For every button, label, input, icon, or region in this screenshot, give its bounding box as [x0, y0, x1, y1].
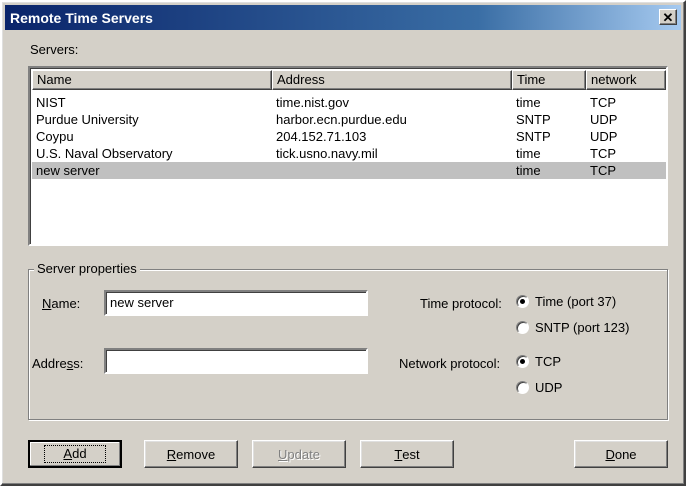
radio-sntp-port-123[interactable]: SNTP (port 123)	[516, 320, 629, 335]
cell-name: NIST	[36, 95, 66, 110]
cell-network: TCP	[590, 95, 616, 110]
radio-button-selected[interactable]	[516, 295, 529, 308]
servers-label: Servers:	[30, 42, 79, 57]
cell-network: TCP	[590, 163, 616, 178]
title-bar[interactable]: Remote Time Servers ✕	[5, 5, 681, 30]
column-header-name[interactable]: Name	[32, 70, 272, 90]
remove-button[interactable]: Remove	[144, 440, 238, 468]
servers-list[interactable]: Name Address Time network NIST time.nist…	[28, 66, 668, 246]
column-header-address[interactable]: Address	[272, 70, 512, 90]
radio-label: Time (port 37)	[535, 294, 617, 309]
column-header-time[interactable]: Time	[512, 70, 586, 90]
radio-time-port-37[interactable]: Time (port 37)	[516, 294, 616, 309]
cell-name: Coypu	[36, 129, 74, 144]
time-protocol-label: Time protocol:	[420, 296, 502, 311]
table-row[interactable]: Purdue University harbor.ecn.purdue.edu …	[32, 111, 666, 128]
radio-label: TCP	[535, 354, 561, 369]
cell-address: harbor.ecn.purdue.edu	[276, 112, 407, 127]
cell-time: time	[516, 146, 541, 161]
update-button[interactable]: Update	[252, 440, 346, 468]
address-field[interactable]	[104, 348, 368, 374]
radio-button[interactable]	[516, 321, 529, 334]
network-protocol-label: Network protocol:	[399, 356, 501, 371]
server-properties-label: Server properties	[34, 261, 140, 276]
cell-address: tick.usno.navy.mil	[276, 146, 378, 161]
cell-time: SNTP	[516, 112, 551, 127]
cell-name: Purdue University	[36, 112, 139, 127]
cell-time: time	[516, 95, 541, 110]
cell-time: SNTP	[516, 129, 551, 144]
done-button[interactable]: Done	[574, 440, 668, 468]
list-header: Name Address Time network	[32, 70, 666, 90]
cell-address: time.nist.gov	[276, 95, 349, 110]
cell-time: time	[516, 163, 541, 178]
cell-network: TCP	[590, 146, 616, 161]
table-row[interactable]: U.S. Naval Observatory tick.usno.navy.mi…	[32, 145, 666, 162]
name-label: Name:	[42, 296, 81, 311]
cell-address: 204.152.71.103	[276, 129, 367, 144]
radio-udp[interactable]: UDP	[516, 380, 562, 395]
close-icon: ✕	[662, 9, 674, 25]
radio-button-selected[interactable]	[516, 355, 529, 368]
address-label: Address:	[32, 356, 84, 371]
cell-address	[272, 162, 512, 179]
name-field[interactable]: new server	[104, 290, 368, 316]
close-button[interactable]: ✕	[659, 9, 677, 25]
radio-label: UDP	[535, 380, 563, 395]
column-header-network[interactable]: network	[586, 70, 666, 90]
radio-tcp[interactable]: TCP	[516, 354, 561, 369]
radio-label: SNTP (port 123)	[535, 320, 630, 335]
cell-network: UDP	[590, 129, 618, 144]
window-title: Remote Time Servers	[10, 9, 153, 26]
cell-name: new server	[36, 163, 100, 178]
table-row[interactable]: NIST time.nist.gov time TCP	[32, 94, 666, 111]
test-button[interactable]: Test	[360, 440, 454, 468]
list-rows: NIST time.nist.gov time TCP Purdue Unive…	[32, 94, 666, 179]
cell-network: UDP	[590, 112, 618, 127]
add-button[interactable]: Add	[28, 440, 122, 468]
table-row[interactable]: Coypu 204.152.71.103 SNTP UDP	[32, 128, 666, 145]
table-row[interactable]: new server time TCP	[32, 162, 666, 179]
radio-button[interactable]	[516, 381, 529, 394]
cell-name: U.S. Naval Observatory	[36, 146, 173, 161]
